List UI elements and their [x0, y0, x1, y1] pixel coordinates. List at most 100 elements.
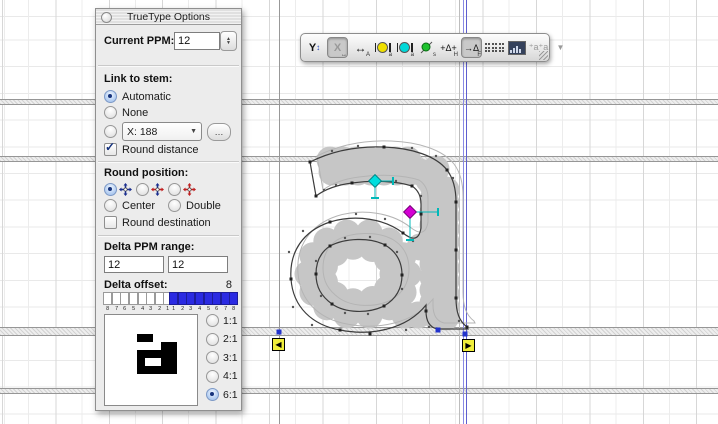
bitmap-preview	[104, 314, 198, 406]
delta-cell[interactable]: 6	[213, 292, 221, 312]
shift-points-icon: ↔	[355, 41, 367, 55]
ratio-option-2-1[interactable]: 2:1	[206, 333, 238, 346]
round-to-grid-radio[interactable]	[104, 183, 117, 196]
radio-stem-select[interactable]	[104, 125, 117, 138]
delta-ppm-to-input[interactable]	[168, 256, 228, 273]
delta-cell[interactable]: 2	[156, 292, 164, 312]
advance-marker[interactable]: ▶	[462, 339, 475, 352]
delta-cell[interactable]: 5	[204, 292, 212, 312]
align-stem-secondary-button[interactable]: a	[395, 38, 414, 57]
truetype-options-dialog: TrueType Options Current PPM: ▲▼ Link to…	[95, 8, 242, 411]
round-to-half-grid-option[interactable]	[136, 183, 164, 196]
radio-center[interactable]	[104, 199, 117, 212]
current-ppm-input[interactable]	[174, 32, 220, 50]
stem-select[interactable]: X: 188 ▼	[122, 122, 202, 141]
round-double-grid-radio[interactable]	[168, 183, 181, 196]
toolbar-overflow-button[interactable]: ▼	[551, 38, 570, 57]
round-to-half-grid-radio[interactable]	[136, 183, 149, 196]
link-stem-none-option[interactable]: None	[104, 106, 148, 119]
delta-offset-negative-cells[interactable]: 87654321	[104, 292, 172, 312]
delta-cell[interactable]: 8	[104, 292, 112, 312]
middle-delta-button[interactable]: +Δ+ H	[439, 38, 458, 57]
round-center-option[interactable]: Center Double	[104, 199, 221, 212]
round-distance-option[interactable]: Round distance	[104, 143, 198, 156]
round-destination-checkbox[interactable]	[104, 216, 117, 229]
final-delta-icon: →Δ	[464, 43, 479, 53]
ratio-option-3-1[interactable]: 3:1	[206, 351, 238, 364]
delta-cell[interactable]: 5	[130, 292, 138, 312]
round-to-half-grid-icon	[151, 183, 164, 196]
toolbar-resize-grip[interactable]	[539, 51, 548, 60]
divider	[98, 235, 239, 237]
current-ppm-stepper[interactable]: ▲▼	[220, 31, 237, 51]
interpolate-point-icon	[419, 40, 434, 55]
close-button[interactable]	[101, 12, 112, 23]
delta-ppm-from-input[interactable]	[104, 256, 164, 273]
pixel-grid-icon	[485, 43, 505, 52]
delta-cell[interactable]: 3	[147, 292, 155, 312]
delta-cell[interactable]: 1	[170, 292, 178, 312]
stem-more-button[interactable]: …	[207, 123, 231, 141]
final-delta-button[interactable]: →Δ F	[461, 37, 482, 58]
ratio-option-6-1[interactable]: 6:1	[206, 388, 238, 401]
round-double-grid-icon	[183, 183, 196, 196]
delta-cell[interactable]: 6	[121, 292, 129, 312]
radio-none[interactable]	[104, 106, 117, 119]
preview-ratio-list: 1:1 2:1 3:1 4:1 6:1	[206, 314, 238, 401]
dialog-titlebar[interactable]: TrueType Options	[96, 9, 241, 25]
stem-select-value: X: 188	[127, 126, 157, 138]
x-direction-button[interactable]: X ↔	[327, 37, 348, 58]
round-to-grid-option[interactable]	[104, 183, 132, 196]
automatic-label: Automatic	[122, 91, 171, 103]
pixel-grid-button[interactable]	[485, 38, 504, 57]
bitmap-glyph-a	[129, 334, 177, 374]
double-label: Double	[186, 200, 221, 212]
radio-automatic[interactable]	[104, 90, 117, 103]
preview-panel-button[interactable]	[507, 38, 526, 57]
ratio-option-1-1[interactable]: 1:1	[206, 314, 238, 327]
round-double-grid-option[interactable]	[168, 183, 196, 196]
link-stem-automatic-option[interactable]: Automatic	[104, 90, 171, 103]
round-distance-label: Round distance	[122, 144, 198, 156]
advance-marker[interactable]: ◀	[272, 338, 285, 351]
delta-cell[interactable]: 2	[179, 292, 187, 312]
align-stem-primary-button[interactable]: a	[373, 38, 392, 57]
middle-delta-icon: +Δ+	[440, 43, 457, 53]
delta-cell[interactable]: 8	[230, 292, 238, 312]
y-direction-label: Y	[309, 42, 316, 54]
hint-point-magenta[interactable]	[404, 206, 417, 219]
app-window: { "dialog": { "title": "TrueType Options…	[0, 0, 718, 424]
tt-hinting-toolbar: Y ↕ X ↔ ↔ A a a s +Δ+ H →Δ F	[300, 33, 550, 62]
select-arrow-icon: ▼	[190, 128, 197, 135]
none-label: None	[122, 107, 148, 119]
round-to-grid-icon	[119, 183, 132, 196]
delta-cell[interactable]: 7	[113, 292, 121, 312]
link-to-stem-label: Link to stem:	[104, 73, 172, 85]
radio-double[interactable]	[168, 199, 181, 212]
delta-cell[interactable]: 3	[187, 292, 195, 312]
dialog-title: TrueType Options	[127, 11, 210, 23]
delta-offset-value: 8	[226, 279, 232, 291]
delta-cell[interactable]: 4	[138, 292, 146, 312]
interpolate-point-button[interactable]: s	[417, 38, 436, 57]
delta-offset-positive-cells[interactable]: 12345678	[170, 292, 238, 312]
delta-offset-label: Delta offset:	[104, 279, 168, 291]
shift-points-button[interactable]: ↔ A	[351, 38, 370, 57]
y-arrows-icon: ↕	[316, 43, 320, 52]
round-destination-option[interactable]: Round destination	[104, 216, 211, 229]
overflow-chevron-icon: ▼	[557, 43, 565, 52]
preview-panel-icon	[508, 41, 526, 55]
delta-ppm-label: Delta PPM range:	[104, 241, 194, 253]
divider	[98, 161, 239, 163]
round-destination-label: Round destination	[122, 217, 211, 229]
delta-cell[interactable]: 7	[222, 292, 230, 312]
round-distance-checkbox[interactable]	[104, 143, 117, 156]
center-label: Center	[122, 200, 155, 212]
ratio-option-4-1[interactable]: 4:1	[206, 370, 238, 383]
x-arrows-icon: ↔	[341, 52, 347, 58]
y-direction-button[interactable]: Y ↕	[305, 38, 324, 57]
current-ppm-label: Current PPM:	[104, 35, 174, 47]
delta-cell[interactable]: 4	[196, 292, 204, 312]
round-position-label: Round position:	[104, 167, 188, 179]
divider	[98, 65, 239, 67]
